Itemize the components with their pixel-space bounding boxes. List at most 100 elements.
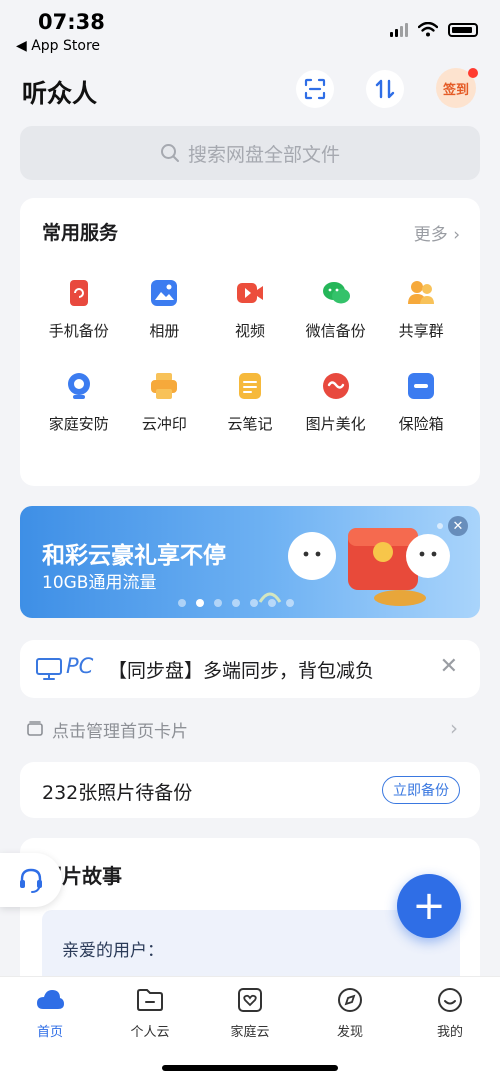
beautify-icon [321,371,351,401]
services-more-link[interactable]: 更多 › [414,220,460,245]
add-button[interactable]: + [397,874,461,938]
headset-icon [20,868,42,893]
banner-subtitle: 10GB通用流量 [42,573,157,593]
pagination-dot [196,599,204,607]
search-icon [160,144,179,162]
service-label: 家庭安防 [48,415,109,433]
pagination-dot [268,599,276,607]
tab-item[interactable]: 家庭云 [200,985,300,1040]
notification-dot [468,68,478,78]
service-label: 视频 [234,322,265,340]
backup-now-button[interactable]: 立即备份 [382,776,460,804]
album-icon [149,278,179,308]
banner-pagination [178,599,294,607]
service-item[interactable]: 保险箱 [378,371,464,434]
service-item[interactable]: 图片美化 [293,371,379,434]
service-item[interactable]: 相册 [122,278,208,341]
service-label: 云笔记 [227,415,273,433]
chevron-right-icon: › [453,225,460,245]
service-label: 共享群 [398,322,444,340]
home-indicator [162,1065,338,1071]
service-item[interactable]: 微信备份 [293,278,379,341]
transfer-button[interactable] [366,70,404,108]
back-to-app-store[interactable]: ◀ App Store [16,38,100,54]
services-title: 常用服务 [42,222,119,244]
tab-label: 发现 [336,1025,363,1040]
search-placeholder: 搜索网盘全部文件 [187,143,340,166]
transfer-icon [375,79,395,99]
family-icon [235,985,265,1015]
phone-backup-icon [64,278,94,308]
status-icons [390,22,478,37]
manage-cards-row[interactable]: 点击管理首页卡片 › [26,712,466,746]
header: 听众人 签到 [0,66,500,114]
smile-icon [435,985,465,1015]
compass-icon [335,985,365,1015]
folder-icon [135,985,165,1015]
camera-icon [64,371,94,401]
battery-icon [448,22,478,37]
pc-sync-card[interactable]: PC 【同步盘】多端同步，背包减负 ✕ [20,640,480,698]
tab-item[interactable]: 首页 [0,985,100,1040]
service-item[interactable]: 共享群 [378,278,464,341]
plus-icon: + [412,883,446,929]
tab-label: 个人云 [130,1025,170,1040]
wechat-icon [321,278,351,308]
tab-label: 首页 [36,1025,63,1040]
service-label: 微信备份 [305,322,366,340]
banner-title: 和彩云豪礼享不停 [42,543,226,569]
photo-backup-text: 232张照片待备份 [42,782,193,804]
promo-banner[interactable]: 和彩云豪礼享不停 10GB通用流量 ✕ [20,506,480,618]
safe-box-icon [406,371,436,401]
page-title: 听众人 [22,79,98,108]
pc-tag: PC [66,654,94,678]
tab-label: 家庭云 [230,1025,270,1040]
tab-item[interactable]: 个人云 [100,985,200,1040]
pagination-dot [286,599,294,607]
video-icon [235,278,265,308]
photo-story-greeting: 亲爱的用户： [62,941,164,961]
photo-backup-card: 232张照片待备份 立即备份 [20,762,480,818]
status-time: 07:38 [38,10,105,34]
print-icon [149,371,179,401]
service-item[interactable]: 手机备份 [36,278,122,341]
tab-item[interactable]: 我的 [400,985,500,1040]
service-item[interactable]: 云冲印 [122,371,208,434]
pagination-dot [214,599,222,607]
pc-card-close-icon[interactable]: ✕ [440,654,458,679]
manage-cards-label: 点击管理首页卡片 [52,721,188,742]
service-label: 云冲印 [141,415,187,433]
note-icon [235,371,265,401]
bottom-tab-bar: 首页 个人云 家庭云 发现 我的 [0,976,500,1083]
pc-sync-text: 【同步盘】多端同步，背包减负 [108,660,375,682]
service-label: 保险箱 [398,415,444,433]
tab-label: 我的 [436,1025,463,1040]
pagination-dot [250,599,258,607]
status-bar: 07:38 ◀ App Store [0,0,500,60]
services-grid: 手机备份 相册 视频 微信备份 共享群家庭安防 云冲印 云笔记 图片美化 保险箱 [36,278,464,434]
chevron-right-icon: › [450,716,458,740]
service-item[interactable]: 云笔记 [207,371,293,434]
tab-item[interactable]: 发现 [300,985,400,1040]
tab-list: 首页 个人云 家庭云 发现 我的 [0,985,500,1040]
service-label: 图片美化 [305,415,366,433]
search-bar[interactable]: 搜索网盘全部文件 [20,126,480,180]
banner-close-button[interactable]: ✕ [448,516,468,536]
pagination-dot [178,599,186,607]
service-label: 相册 [149,322,180,340]
monitor-icon [36,658,62,680]
scan-icon [304,78,326,100]
cards-icon [27,721,43,736]
services-more-label: 更多 [413,225,448,245]
signal-icon [390,22,408,37]
service-item[interactable]: 视频 [207,278,293,341]
cloud-icon [35,985,65,1015]
customer-service-button[interactable] [0,853,62,907]
pagination-dot [232,599,240,607]
services-card: 常用服务 更多 › 手机备份 相册 视频 微信备份 共享群家庭安防 云冲印 云笔记 图片美化 保… [20,198,480,486]
share-group-icon [406,278,436,308]
wifi-icon [418,22,438,37]
service-label: 手机备份 [48,322,109,340]
scan-button[interactable] [296,70,334,108]
service-item[interactable]: 家庭安防 [36,371,122,434]
